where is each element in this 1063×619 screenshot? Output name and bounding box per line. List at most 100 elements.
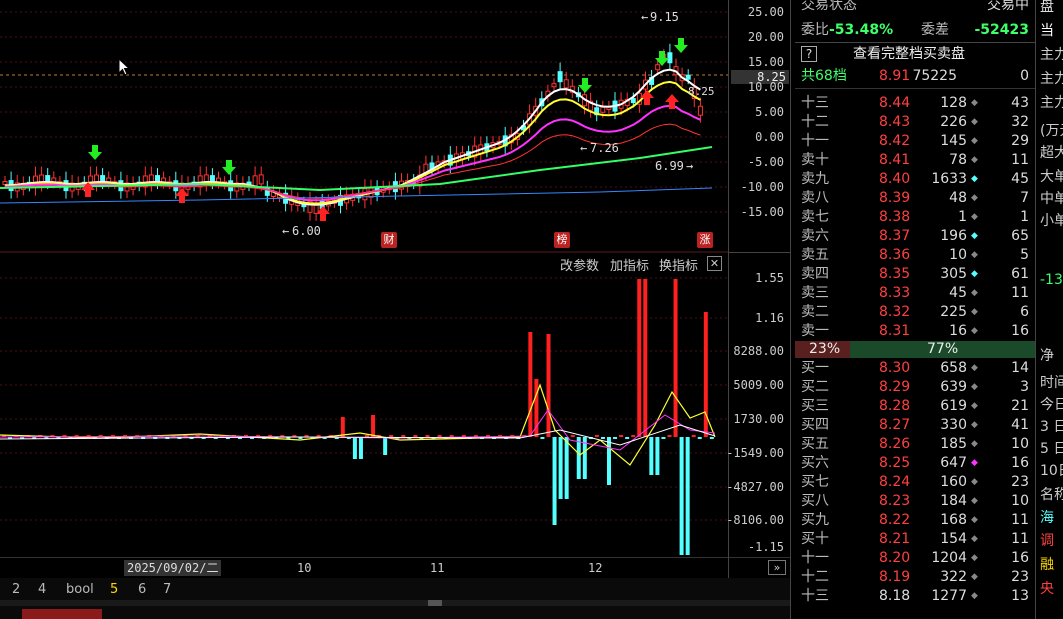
level-dot-icon: ◆ <box>971 269 978 279</box>
bids-row[interactable]: 买五 8.26 185 ◆ 10 <box>795 435 1035 454</box>
indicator-bar <box>709 437 714 439</box>
indicator-bar <box>661 437 666 439</box>
finance-marker[interactable]: 财 <box>381 232 397 248</box>
level-volume: 1 <box>958 209 967 225</box>
chart-canvas[interactable]: 9.15 8.25 7.26 6.99 6.00 ← ← ← → <box>0 0 728 555</box>
indicator-axis-label: 1730.00 <box>733 412 784 426</box>
close-icon[interactable]: ✕ <box>707 256 722 271</box>
indicator-bar <box>564 437 569 499</box>
level-dot-icon: ◆ <box>971 458 978 468</box>
full-book-link[interactable]: 查看完整档买卖盘 <box>853 45 965 64</box>
bids-row[interactable]: 十一 8.20 1204 ◆ 16 <box>795 549 1035 568</box>
candle-body <box>2 181 8 185</box>
right-panel-item: 3 日 <box>1040 419 1063 435</box>
asks-row[interactable]: 卖九 8.40 1633 ◆ 45 <box>795 170 1035 189</box>
bids-row[interactable]: 十二 8.19 322 ◆ 23 <box>795 568 1035 587</box>
tab-7[interactable]: 7 <box>163 582 171 597</box>
asks-row[interactable]: 卖三 8.33 45 ◆ 11 <box>795 284 1035 303</box>
kline-chart[interactable]: 9.15 8.25 7.26 6.99 6.00 ← ← ← → 财 榜 涨 改… <box>0 0 790 576</box>
right-panel-item: 10日 <box>1040 463 1063 479</box>
add-indicator-button[interactable]: 加指标 <box>610 255 649 274</box>
level-label: 卖五 <box>801 247 829 263</box>
level-count: 65 <box>1011 228 1029 244</box>
asks-row[interactable]: 卖十 8.41 78 ◆ 11 <box>795 151 1035 170</box>
weicha-value: -52423 <box>974 22 1029 38</box>
level-dot-icon: ◆ <box>971 439 978 449</box>
asks-row[interactable]: 十二 8.43 226 ◆ 32 <box>795 113 1035 132</box>
level-dot-icon: ◆ <box>971 193 978 203</box>
asks-row[interactable]: 卖二 8.32 225 ◆ 6 <box>795 303 1035 322</box>
indicator-bar <box>528 332 533 437</box>
indicator-bar <box>413 435 418 437</box>
asks-row[interactable]: 卖八 8.39 48 ◆ 7 <box>795 189 1035 208</box>
level-label: 买八 <box>801 493 829 509</box>
asks-row[interactable]: 十一 8.42 145 ◆ 29 <box>795 132 1035 151</box>
indicator-bar <box>425 435 430 437</box>
price-axis: 8.25 25.00 20.00 15.00 10.00 5.00 0.00 -5.00 -1… <box>726 0 791 580</box>
indicator-axis-label: -8106.00 <box>726 513 784 527</box>
candle-body <box>258 174 264 185</box>
switch-indicator-button[interactable]: 换指标 <box>659 255 698 274</box>
tab-2[interactable]: 2 <box>12 582 20 597</box>
tab-6[interactable]: 6 <box>138 582 146 597</box>
level-label: 买四 <box>801 417 829 433</box>
level-dot-icon: ◆ <box>971 420 978 430</box>
level-count: 16 <box>1011 550 1029 566</box>
level-count: 7 <box>1020 190 1029 206</box>
level-label: 买三 <box>801 398 829 414</box>
tab-bool[interactable]: bool <box>66 582 94 597</box>
bids-row[interactable]: 买七 8.24 160 ◆ 23 <box>795 473 1035 492</box>
bids-row[interactable]: 买八 8.23 184 ◆ 10 <box>795 492 1035 511</box>
horizontal-scrollbar[interactable] <box>0 600 790 606</box>
bids-row[interactable]: 买九 8.22 168 ◆ 11 <box>795 511 1035 530</box>
bids-row[interactable]: 买十 8.21 154 ◆ 11 <box>795 530 1035 549</box>
price-axis-label: 15.00 <box>747 55 784 69</box>
total-volume: 75225 <box>912 68 957 84</box>
indicator-bar <box>546 334 551 437</box>
scroll-right-button[interactable]: » <box>768 560 786 575</box>
bids-row[interactable]: 买四 8.27 330 ◆ 41 <box>795 416 1035 435</box>
right-panel-item: 时间 <box>1040 375 1063 391</box>
right-panel-item: (万元 <box>1040 123 1063 139</box>
asks-row[interactable]: 卖六 8.37 196 ◆ 65 <box>795 227 1035 246</box>
bids-row[interactable]: 十三 8.18 1277 ◆ 13 <box>795 587 1035 606</box>
bids-row[interactable]: 买三 8.28 619 ◆ 21 <box>795 397 1035 416</box>
asks-row[interactable]: 卖五 8.36 10 ◆ 5 <box>795 246 1035 265</box>
bids-row[interactable]: 买二 8.29 639 ◆ 3 <box>795 378 1035 397</box>
limit-up-marker[interactable]: 涨 <box>697 232 713 248</box>
change-params-button[interactable]: 改参数 <box>560 255 599 274</box>
asks-row[interactable]: 卖七 8.38 1 ◆ 1 <box>795 208 1035 227</box>
asks-row[interactable]: 卖四 8.35 305 ◆ 61 <box>795 265 1035 284</box>
level-count: 13 <box>1011 588 1029 604</box>
level-dot-icon: ◆ <box>971 591 978 601</box>
level-volume: 184 <box>940 493 967 509</box>
indicator-bar <box>600 437 605 439</box>
indicator-bar <box>558 437 563 499</box>
bids-row[interactable]: 买六 8.25 647 ◆ 16 <box>795 454 1035 473</box>
price-axis-label: 10.00 <box>747 80 784 94</box>
level-volume: 658 <box>940 360 967 376</box>
indicator-axis-label: 1.55 <box>755 271 784 285</box>
level-dot-icon: ◆ <box>971 572 978 582</box>
down-arrow-icon <box>578 78 592 93</box>
level-volume: 160 <box>940 474 967 490</box>
indicator-bar <box>697 437 702 439</box>
asks-row[interactable]: 卖一 8.31 16 ◆ 16 <box>795 322 1035 341</box>
svg-text:←: ← <box>641 10 648 24</box>
level-count: 11 <box>1011 531 1029 547</box>
ranking-marker[interactable]: 榜 <box>554 232 570 248</box>
level-volume: 330 <box>940 417 967 433</box>
tab-4[interactable]: 4 <box>38 582 46 597</box>
right-panel-item: 超大 <box>1040 145 1063 161</box>
bottom-active-tab[interactable] <box>22 609 102 619</box>
annotation-low: 6.00 <box>292 224 321 238</box>
level-dot-icon: ◆ <box>971 382 978 392</box>
indicator-bars <box>2 279 714 555</box>
bids-row[interactable]: 买一 8.30 658 ◆ 14 <box>795 359 1035 378</box>
price-axis-label: 5.00 <box>755 105 784 119</box>
indicator-bar <box>625 437 630 439</box>
level-label: 卖七 <box>801 209 829 225</box>
help-icon[interactable]: ? <box>801 46 817 62</box>
tab-5-active[interactable]: 5 <box>110 582 118 597</box>
asks-row[interactable]: 十三 8.44 128 ◆ 43 <box>795 94 1035 113</box>
